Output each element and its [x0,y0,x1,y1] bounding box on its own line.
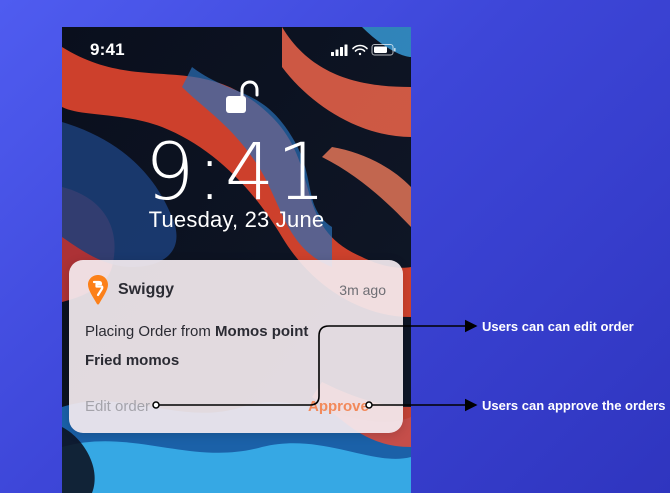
order-item: Fried momos [85,352,180,369]
status-time: 9:41 [90,40,125,59]
lock-screen-date: Tuesday, 23 June [148,207,325,232]
swiggy-logo-icon [88,275,108,305]
annotation-edit-order: Users can can edit order [482,319,634,334]
lock-screen-clock: 9:41 [144,128,329,218]
phone-lock-screen: 9:41 9:41 Tuesday, 23 June Swiggy 3m ago… [62,27,411,493]
wifi-icon [352,44,368,56]
edit-order-button[interactable]: Edit order [85,398,150,415]
status-bar: 9:41 [62,27,411,71]
status-icons [331,44,396,56]
notification-timestamp: 3m ago [339,282,386,298]
annotation-approve-order: Users can approve the orders [482,398,666,413]
signal-icon [331,44,348,56]
battery-icon [371,44,396,56]
notification-card[interactable]: Swiggy 3m ago Placing Order from Momos p… [69,260,403,433]
app-name: Swiggy [118,281,175,298]
notification-message: Placing Order from Momos point [85,323,308,340]
restaurant-name: Momos point [215,323,309,340]
message-prefix: Placing Order from [85,323,211,340]
unlock-icon [226,80,259,113]
approve-button[interactable]: Approve [308,398,369,415]
